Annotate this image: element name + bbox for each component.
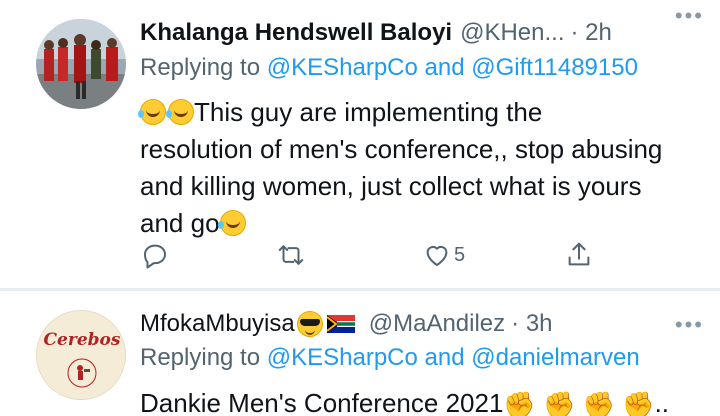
tweet-text: Dankie Men's Conference 2021✊ ✊ ✊ ✊.. [140, 385, 700, 416]
tweet-text-line: This guy are implementing the [194, 97, 543, 127]
sunglasses-emoji-icon [296, 311, 323, 337]
retweet-icon [278, 245, 304, 265]
raised-fist-emoji-icon: ✊ ✊ ✊ ✊ [503, 390, 655, 416]
tweet[interactable]: Khalanga Hendswell Baloyi @KHen... · 2h … [0, 0, 720, 290]
avatar[interactable]: Cerebos [36, 310, 126, 400]
like-button[interactable]: 5 [422, 240, 465, 270]
mention-link[interactable]: @Gift11489150 [471, 54, 638, 81]
rofl-emoji-icon [138, 99, 166, 125]
replying-prefix: Replying to [140, 54, 261, 81]
mention-link[interactable]: @KESharpCo [267, 54, 418, 81]
and-word: and [424, 54, 465, 81]
tweet[interactable]: Cerebos MfokaMbuyisa @MaAndilez · 3h •••… [0, 291, 720, 416]
retweet-button[interactable] [276, 240, 306, 270]
tweet-text-ellipsis: .. [654, 388, 670, 416]
reply-button[interactable] [140, 240, 170, 270]
replying-to: Replying to @KESharpCo and @Gift11489150 [140, 54, 638, 82]
and-word: and [424, 344, 465, 371]
rofl-emoji-icon [166, 99, 194, 125]
tweet-text-line: resolution of men's conference,, stop ab… [140, 134, 663, 164]
avatar-logo-text: Cerebos [44, 330, 121, 350]
tweet-text-line: and go [140, 208, 220, 238]
like-count: 5 [454, 243, 466, 266]
tweet-text-line: and killing women, just collect what is … [140, 171, 642, 201]
tweet-time[interactable]: · 2h [571, 19, 612, 47]
tweet-text-line: Dankie Men's Conference 2021 [140, 388, 504, 416]
replying-to: Replying to @KESharpCo and @danielmarven [140, 344, 640, 372]
mention-link[interactable]: @KESharpCo [267, 344, 418, 371]
avatar-photo [36, 19, 126, 109]
mention-link[interactable]: @danielmarven [471, 344, 639, 371]
heart-icon [426, 246, 448, 266]
more-options-icon[interactable]: ••• [675, 5, 704, 27]
tweet-text: This guy are implementing the resolution… [138, 94, 700, 242]
south-africa-flag-icon [326, 315, 355, 333]
author-name[interactable]: MfokaMbuyisa [140, 310, 295, 338]
more-options-icon[interactable]: ••• [675, 314, 704, 336]
tweet-time[interactable]: · 3h [511, 310, 552, 338]
tweet-actions: 5 [140, 240, 610, 276]
tweet-header: MfokaMbuyisa @MaAndilez · 3h [140, 307, 700, 341]
rofl-emoji-icon [217, 210, 246, 236]
avatar[interactable] [36, 19, 126, 109]
share-icon [568, 242, 590, 266]
reply-icon [144, 244, 166, 269]
tweet-header: Khalanga Hendswell Baloyi @KHen... · 2h [140, 16, 700, 50]
avatar-logo: Cerebos [37, 311, 125, 399]
author-handle[interactable]: @MaAndilez [369, 310, 505, 338]
replying-prefix: Replying to [140, 344, 261, 371]
share-button[interactable] [564, 240, 594, 270]
author-name[interactable]: Khalanga Hendswell Baloyi [140, 19, 452, 47]
author-handle[interactable]: @KHen... [460, 19, 564, 47]
